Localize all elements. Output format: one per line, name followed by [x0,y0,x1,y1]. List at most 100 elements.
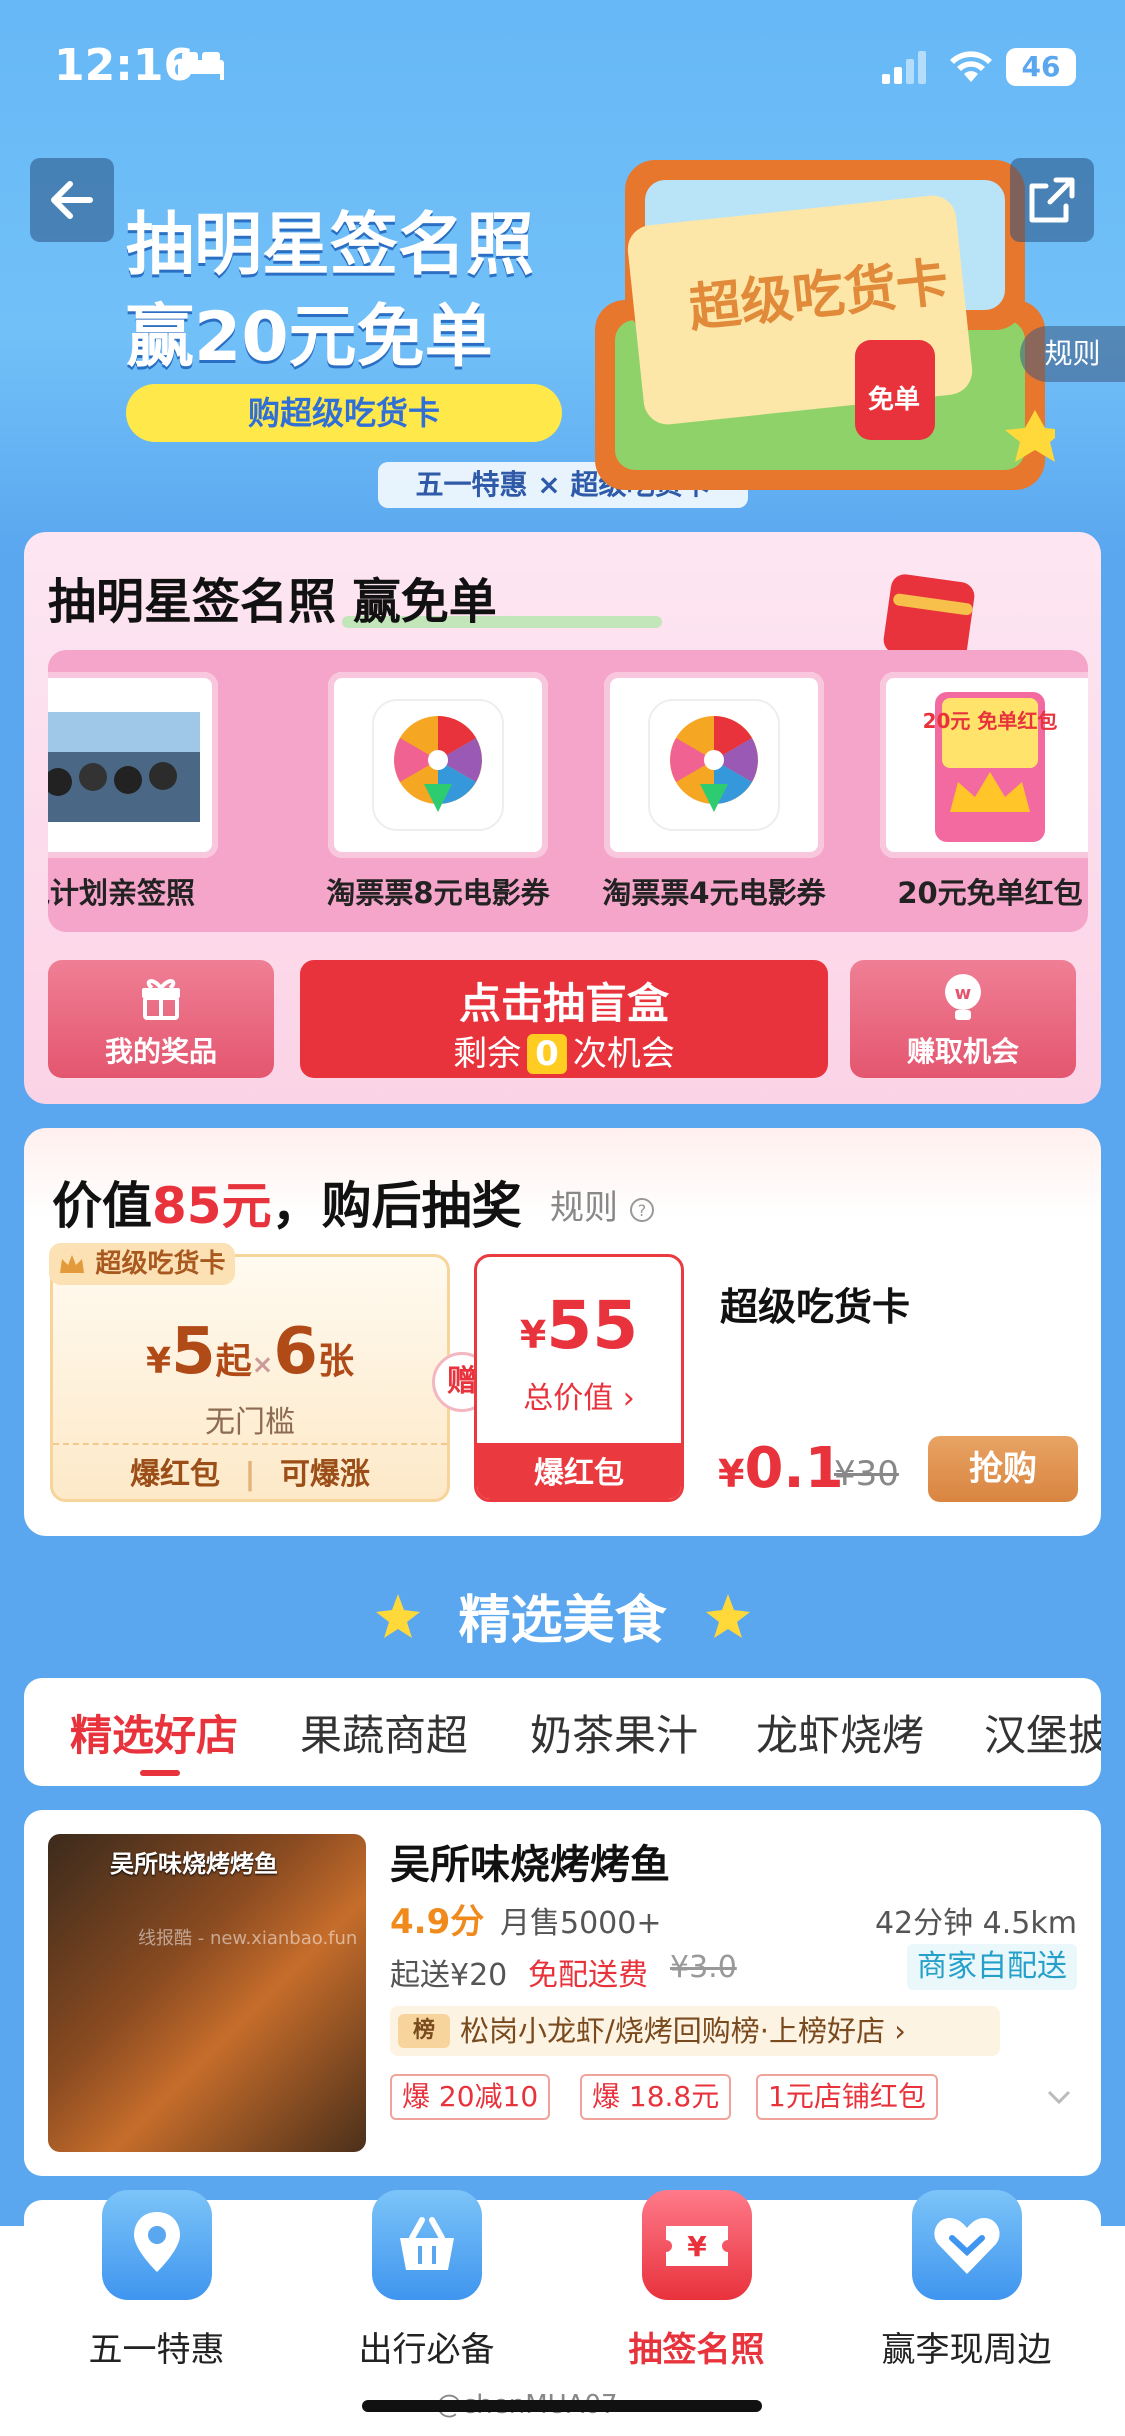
heading-value: 85元 [152,1177,272,1235]
purchase-heading: 价值85元，购后抽奖 [52,1166,522,1238]
store-ranking[interactable]: 榜 松岗小龙虾/烧烤回购榜·上榜好店 › [390,2006,1000,2056]
chevron-down-icon[interactable] [1045,2082,1073,2110]
store-image-caption: 吴所味烧烤烤鱼 [110,1850,278,1878]
nav-label: 抽签名照 [628,2330,765,2370]
taopiaopiao-logo-icon [372,699,504,831]
promo-tag: 1元店铺红包 [756,2074,938,2120]
star-icon [706,1594,750,1638]
svg-text:?: ? [638,1201,647,1220]
store-image-watermark: 线报酷 - new.xianbao.fun [138,1928,358,1949]
super-card-badge: 超级吃货卡 [49,1243,235,1285]
draw-blind-box-button[interactable]: 点击抽盲盒 剩余 0 次机会 [300,960,828,1078]
coupon-count: 6 [273,1315,318,1389]
buy-button[interactable]: 抢购 [928,1436,1078,1502]
prize-frame [48,672,218,858]
super-card-badge-text: 超级吃货卡 [95,1249,226,1279]
earn-chances-label: 赚取机会 [906,1035,1019,1068]
svg-text:¥: ¥ [687,2230,707,2263]
snack-card-coupon[interactable]: 超级吃货卡 ¥5起×6张 无门槛 爆红包 | 可爆涨 [49,1243,450,1502]
prize-label: 跑计划亲签照 [48,876,195,910]
tab-groceries[interactable]: 果蔬商超 [300,1702,468,1763]
ticket-icon: ¥ [642,2190,752,2300]
crown-icon [60,1254,85,1273]
store-sales: 月售5000+ [500,1906,662,1941]
coupon-from: 5 [171,1315,216,1389]
earn-chances-button[interactable]: w 赚取机会 [850,960,1076,1078]
rules-link[interactable]: 规则 ? [550,1180,655,1229]
hero-title: 抽明星签名照 赢20元免单 [126,200,534,384]
buy-card-pill[interactable]: 购超级吃货卡 [126,384,562,442]
status-bar: 12:16 46 [0,0,1125,130]
total-value-link[interactable]: 总价值 › [477,1373,681,1417]
my-prizes-label: 我的奖品 [104,1035,217,1068]
total-value-coupon[interactable]: ¥55 总价值 › 爆红包 [474,1254,684,1502]
ranking-badge: 榜 [398,2014,450,2048]
prize-frame: 20元 免单红包 [880,672,1088,858]
coupon-footer-left: 爆红包 [130,1457,221,1492]
back-button[interactable] [30,158,114,242]
prize-item[interactable]: 跑计划亲签照 [48,672,218,912]
active-tab-indicator [140,1770,180,1776]
nav-label: 出行必备 [358,2330,495,2370]
tab-burger-pizza[interactable]: 汉堡披 [984,1702,1101,1763]
suitcase-illustration: 超级吃货卡 免单 [595,160,1055,490]
rules-link-label: 规则 [550,1188,618,1228]
nav-win-merch[interactable]: 赢李现周边 [826,2190,1107,2436]
draw-remaining: 剩余 0 次机会 [300,1026,828,1075]
store-distance: 42分钟 4.5km [874,1906,1077,1941]
current-price: ¥0.1 [718,1436,844,1501]
wifi-icon [950,51,992,82]
store-image: 吴所味烧烤烤鱼 线报酷 - new.xianbao.fun [48,1834,366,2152]
nav-may-day-deals[interactable]: 五一特惠 [16,2190,297,2436]
tab-featured-stores[interactable]: 精选好店 [70,1702,238,1763]
basket-icon [372,2190,482,2300]
signal-icon [882,51,926,84]
store-name: 吴所味烧烤烤鱼 [390,1842,670,1888]
original-price: ¥30 [834,1454,899,1494]
remaining-prefix: 剩余 [453,1034,522,1074]
nav-label: 五一特惠 [88,2330,225,2370]
coupon-crown-icon: 20元 免单红包 [923,692,1057,842]
prize-label: 淘票票8元电影券 [326,876,550,910]
store-free-delivery: 免配送费 [528,1958,648,1993]
total-value-currency: ¥ [519,1313,547,1357]
prize-item[interactable]: 淘票票4元电影券 [602,672,826,912]
current-price-value: 0.1 [744,1436,844,1501]
coupon-times: × [251,1350,274,1380]
help-icon: ? [629,1197,654,1222]
store-card[interactable]: 吴所味烧烤烤鱼 线报酷 - new.xianbao.fun 吴所味烧烤烤鱼 4.… [24,1810,1101,2176]
share-button[interactable] [1010,158,1094,242]
arrow-left-icon [51,181,93,219]
prize-label: 淘票票4元电影券 [602,876,826,910]
tab-milk-tea[interactable]: 奶茶果汁 [530,1702,698,1763]
prize-frame [604,672,824,858]
product-name: 超级吃货卡 [720,1285,911,1329]
remaining-suffix: 次机会 [572,1034,675,1074]
remaining-count: 0 [527,1034,567,1074]
rules-tab[interactable]: 规则 [1020,326,1125,382]
prize-item[interactable]: 20元 免单红包 20元免单红包 [880,672,1088,912]
section-title: 精选美食 [458,1591,667,1651]
heading-suffix: ，购后抽奖 [271,1177,522,1235]
store-old-fee: ¥3.0 [670,1950,737,1985]
current-price-currency: ¥ [718,1452,745,1496]
category-tabs: 精选好店 果蔬商超 奶茶果汁 龙虾烧烤 汉堡披 [24,1678,1101,1786]
home-indicator [362,2400,762,2412]
prize-frame [328,672,548,858]
promo-tag: 爆 20减10 [390,2074,551,2120]
heart-chevron-icon [912,2190,1022,2300]
battery-indicator: 46 [1006,48,1076,86]
tab-crayfish-bbq[interactable]: 龙虾烧烤 [756,1702,924,1763]
ranking-text: 松岗小龙虾/烧烤回购榜·上榜好店 › [460,2014,906,2048]
share-icon [1029,177,1075,223]
total-value-footer: 爆红包 [477,1443,681,1499]
prize-item[interactable]: 淘票票8元电影券 [326,672,550,912]
map-pin-icon [102,2190,212,2300]
prize-carousel[interactable]: 跑计划亲签照 淘票票8元电影券 淘票票4元电影券 20元 免单红包 20元免单红… [48,650,1088,932]
my-prizes-button[interactable]: 我的奖品 [48,960,274,1078]
total-value-label: 总价值 [523,1381,614,1416]
coupon-from-suffix: 起 [215,1341,252,1382]
taopiaopiao-logo-icon [648,699,780,831]
coupon-threshold: 无门槛 [205,1405,295,1440]
lightbulb-icon: w [945,974,981,1020]
